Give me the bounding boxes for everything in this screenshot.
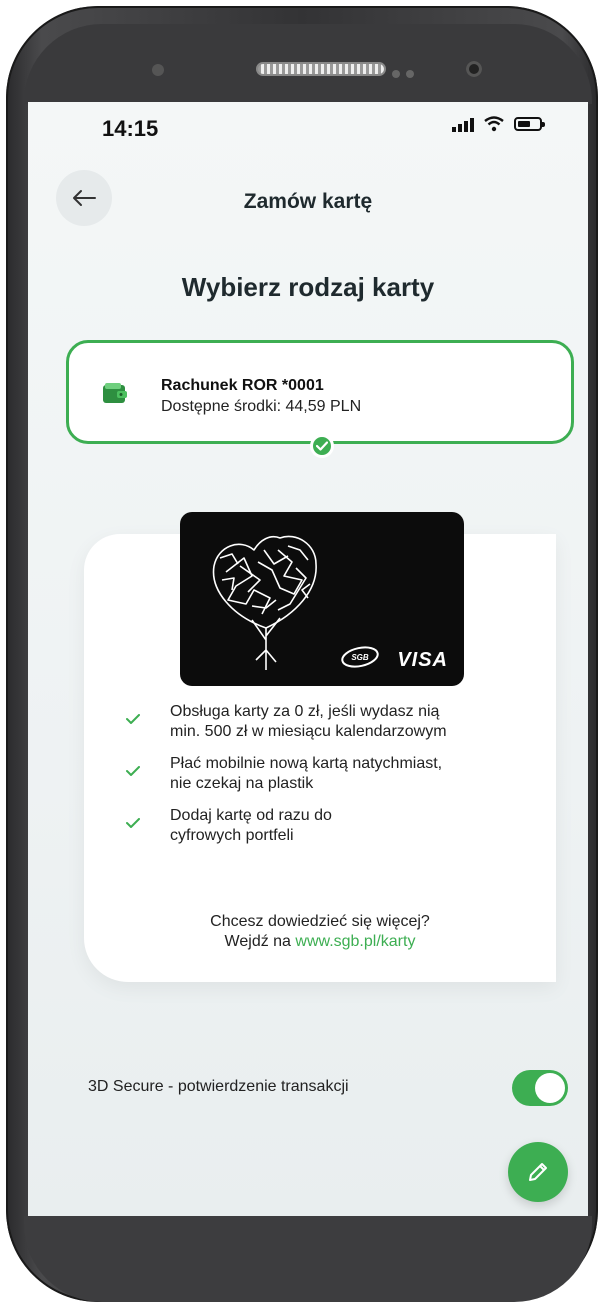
secure-3d-toggle[interactable] (512, 1070, 568, 1106)
toggle-knob (535, 1073, 565, 1103)
more-info: Chcesz dowiedzieć się więcej? Wejdź na w… (84, 912, 556, 952)
header-title: Zamów kartę (243, 190, 373, 213)
wallet-icon (103, 383, 127, 403)
benefit-item: Dodaj kartę od razu do cyfrowych portfel… (120, 806, 540, 846)
battery-icon (514, 117, 545, 131)
sensor-dots (392, 65, 432, 78)
selected-check-icon (310, 434, 334, 458)
app-screen: 14:15 Zamów kartę Wybierz rodzaj karty R… (28, 102, 588, 1218)
secure-3d-label: 3D Secure - potwierdzenie transakcji (88, 1078, 349, 1095)
sgb-logo: SGB (341, 646, 379, 668)
benefit-line: Obsługa karty za 0 zł, jeśli wydasz nią (170, 703, 440, 720)
status-icons (452, 116, 545, 132)
visa-logo: VISA (397, 649, 448, 671)
benefit-item: Płać mobilnie nową kartą natychmiast, ni… (120, 754, 540, 794)
benefit-line: nie czekaj na plastik (170, 775, 314, 792)
bank-card-image[interactable]: SGB VISA (180, 512, 464, 686)
benefit-line: cyfrowych portfeli (170, 827, 294, 844)
more-info-prefix: Wejdź na (224, 933, 296, 950)
benefit-line: Płać mobilnie nową kartą natychmiast, (170, 755, 443, 772)
svg-text:SGB: SGB (351, 653, 369, 662)
check-icon (126, 714, 140, 724)
edit-button[interactable] (508, 1142, 568, 1202)
proximity-sensor (152, 64, 164, 76)
pencil-icon (529, 1163, 547, 1181)
status-time: 14:15 (102, 116, 159, 141)
sgb-cards-link[interactable]: www.sgb.pl/karty (295, 933, 415, 950)
earpiece-speaker (256, 62, 386, 76)
wifi-icon (484, 116, 504, 132)
account-balance: Dostępne środki: 44,59 PLN (161, 398, 362, 415)
more-info-line: Wejdź na www.sgb.pl/karty (84, 932, 556, 952)
account-selector[interactable]: Rachunek ROR *0001 Dostępne środki: 44,5… (66, 340, 574, 444)
front-camera (466, 61, 482, 77)
signal-icon (452, 116, 474, 132)
check-icon (126, 766, 140, 776)
check-icon (126, 818, 140, 828)
more-info-question: Chcesz dowiedzieć się więcej? (210, 913, 430, 930)
account-name: Rachunek ROR *0001 (161, 377, 324, 394)
phone-frame: 14:15 Zamów kartę Wybierz rodzaj karty R… (6, 6, 598, 1302)
benefit-item: Obsługa karty za 0 zł, jeśli wydasz nią … (120, 702, 540, 742)
phone-bottom-bezel (24, 1216, 592, 1302)
benefit-line: min. 500 zł w miesiącu kalendarzowym (170, 723, 447, 740)
benefit-line: Dodaj kartę od razu do (170, 807, 332, 824)
benefits-list: Obsługa karty za 0 zł, jeśli wydasz nią … (120, 702, 540, 858)
page-heading: Wybierz rodzaj karty (181, 272, 435, 302)
heart-tree-art (212, 535, 317, 670)
